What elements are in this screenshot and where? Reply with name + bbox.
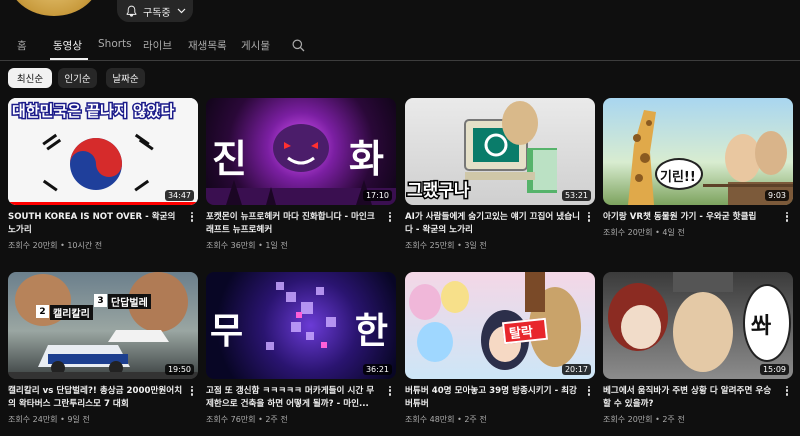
tab-playlists[interactable]: 재생목록 [188, 38, 227, 53]
giraffe-zoo-image [628, 110, 793, 205]
video-thumbnail[interactable]: 2 캘리칼리 3 단답벌레 19:50 [8, 272, 198, 379]
rank-badge: 3 [94, 294, 107, 307]
thumbnail-caption: 그랬구나 [406, 180, 472, 203]
racing-game-image [8, 272, 198, 379]
thumbnail-caption-right: 화 [349, 137, 384, 181]
video-meta: 조회수 20만회 • 10시간 전 [8, 241, 103, 250]
vtuber-group-image [409, 272, 581, 370]
more-options-icon[interactable] [585, 384, 593, 398]
video-title[interactable]: 고점 또 갱신함 ㅋㅋㅋㅋㅋ 머카게들이 시간 무제한으로 건축을 하면 어떻게… [206, 385, 396, 411]
thumbnail-caption: 대한민국은 끝나지 않았다 [10, 101, 175, 122]
duration-badge: 53:21 [561, 190, 591, 201]
video-thumbnail[interactable]: 그랬구나 53:21 [405, 98, 595, 205]
tab-live[interactable]: 라이브 [143, 38, 172, 53]
subscribe-button[interactable]: 구독중 [117, 0, 193, 22]
channel-avatar[interactable] [8, 0, 100, 16]
subscribe-label: 구독중 [143, 7, 171, 19]
video-card[interactable]: 그랬구나 53:21 AI가 사람들에게 숨기고있는 얘기 끄집어 냈습니다 -… [405, 98, 595, 251]
more-options-icon[interactable] [783, 210, 791, 224]
video-card[interactable]: 무 한 36:21 고점 또 갱신함 ㅋㅋㅋㅋㅋ 머카게들이 시간 무제한으로 … [206, 272, 396, 425]
bell-icon [126, 5, 137, 17]
more-options-icon[interactable] [386, 384, 394, 398]
video-title[interactable]: SOUTH KOREA IS NOT OVER - 왁굳의 노가리 [8, 211, 198, 237]
chip-oldest[interactable]: 날짜순 [106, 68, 145, 88]
video-meta: 조회수 76만회 • 2주 전 [206, 415, 288, 424]
video-title[interactable]: 포켓몬이 뉴프로헤커 마다 진화합니다 - 마인크래프트 뉴프로헤커 [206, 211, 396, 237]
video-thumbnail[interactable]: 기린!! 9:03 [603, 98, 793, 205]
video-meta: 조회수 20만회 • 4일 전 [603, 228, 685, 237]
duration-badge: 34:47 [164, 190, 194, 201]
video-thumbnail[interactable]: 대한민국은 끝나지 않았다 34:47 [8, 98, 198, 205]
video-card[interactable]: 탈락 20:17 버튜버 40명 모아놓고 39명 방종시키기 - 최강버튜버 … [405, 272, 595, 425]
tab-shorts[interactable]: Shorts [98, 38, 132, 50]
duration-badge: 20:17 [561, 364, 591, 375]
search-icon[interactable] [292, 37, 305, 56]
more-options-icon[interactable] [585, 210, 593, 224]
thumbnail-caption-right: 한 [354, 311, 388, 352]
more-options-icon[interactable] [386, 210, 394, 224]
duration-badge: 19:50 [164, 364, 194, 375]
video-card[interactable]: 기린!! 9:03 아기랑 VR챗 동물원 가기 - 우와굳 핫클립 조회수 2… [603, 98, 793, 238]
watch-progress [8, 202, 198, 205]
thumbnail-caption-b: 단답벌레 [108, 294, 151, 309]
chip-popular[interactable]: 인기순 [58, 68, 97, 88]
thumbnail-caption-left: 무 [210, 311, 244, 352]
video-title[interactable]: 베그에서 움직바가 주변 상황 다 알려주면 우승할 수 있을까? [603, 385, 793, 411]
thumbnail-caption-a: 캘리칼리 [50, 305, 93, 320]
video-thumbnail[interactable]: 무 한 36:21 [206, 272, 396, 379]
more-options-icon[interactable] [783, 384, 791, 398]
duration-badge: 36:21 [362, 364, 392, 375]
video-card[interactable]: 2 캘리칼리 3 단답벌레 19:50 캘리칼리 vs 단답벌레?! 총상금 2… [8, 272, 198, 425]
video-meta: 조회수 20만회 • 2주 전 [603, 415, 685, 424]
channel-tabs: 홈 동영상 Shorts 라이브 재생목록 게시물 [0, 28, 800, 61]
tab-posts[interactable]: 게시물 [241, 38, 270, 53]
video-meta: 조회수 48만회 • 2주 전 [405, 415, 487, 424]
active-tab-indicator [50, 58, 88, 60]
thumbnail-caption: 탈락 [508, 324, 534, 343]
thumbnail-caption: 기린!! [660, 170, 696, 185]
video-title[interactable]: 버튜버 40명 모아놓고 39명 방종시키기 - 최강버튜버 [405, 385, 595, 411]
tab-home[interactable]: 홈 [17, 38, 27, 53]
video-title[interactable]: 캘리칼리 vs 단답벌레?! 총상금 2000만원어치의 왁타버스 그란투리스모… [8, 385, 198, 411]
video-card[interactable]: 쏴 15:09 베그에서 움직바가 주변 상황 다 알려주면 우승할 수 있을까… [603, 272, 793, 425]
more-options-icon[interactable] [188, 210, 196, 224]
video-thumbnail[interactable]: 탈락 20:17 [405, 272, 595, 379]
video-thumbnail[interactable]: 진 화 17:10 [206, 98, 396, 205]
chip-latest[interactable]: 최신순 [8, 68, 52, 88]
thumbnail-caption: 쏴 [751, 314, 772, 339]
duration-badge: 15:09 [759, 364, 789, 375]
duration-badge: 9:03 [765, 190, 789, 201]
video-thumbnail[interactable]: 쏴 15:09 [603, 272, 793, 379]
video-title[interactable]: 아기랑 VR챗 동물원 가기 - 우와굳 핫클립 [603, 211, 793, 224]
video-card[interactable]: 대한민국은 끝나지 않았다 34:47 SOUTH KOREA IS NOT O… [8, 98, 198, 251]
chevron-down-icon [177, 8, 186, 14]
video-meta: 조회수 24만회 • 9일 전 [8, 415, 90, 424]
video-meta: 조회수 25만회 • 3일 전 [405, 241, 487, 250]
more-options-icon[interactable] [188, 384, 196, 398]
video-meta: 조회수 36만회 • 1일 전 [206, 241, 288, 250]
rank-badge: 2 [36, 305, 49, 318]
tab-videos[interactable]: 동영상 [53, 38, 82, 53]
thumbnail-caption-left: 진 [212, 137, 247, 181]
duration-badge: 17:10 [362, 190, 392, 201]
video-card[interactable]: 진 화 17:10 포켓몬이 뉴프로헤커 마다 진화합니다 - 마인크래프트 뉴… [206, 98, 396, 251]
video-title[interactable]: AI가 사람들에게 숨기고있는 얘기 끄집어 냈습니다 - 왁굳의 노가리 [405, 211, 595, 237]
